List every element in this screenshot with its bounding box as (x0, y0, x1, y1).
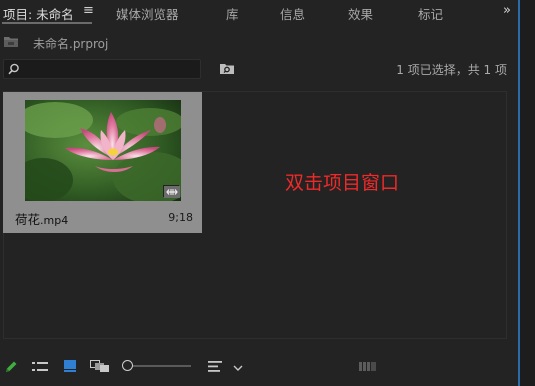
clip-thumbnail-card[interactable]: 荷花.mp4 9;18 (3, 92, 202, 233)
clip-base-name: 荷花 (15, 212, 41, 227)
list-view-icon[interactable] (32, 361, 48, 376)
icon-view-icon[interactable] (64, 360, 77, 376)
tab-media-browser[interactable]: 媒体浏览器 (116, 4, 179, 23)
new-search-bin-button[interactable] (219, 62, 235, 78)
search-icon (7, 62, 21, 79)
search-input[interactable] (3, 59, 201, 79)
instruction-annotation: 双击项目窗口 (285, 172, 400, 194)
zoom-slider-track[interactable] (129, 365, 191, 367)
clip-name: 荷花.mp4 (15, 209, 68, 228)
chevron-down-icon[interactable] (233, 361, 243, 375)
adjacent-panel-strip (520, 0, 535, 386)
tab-info[interactable]: 信息 (280, 4, 305, 23)
video-clip-badge-icon (163, 185, 180, 198)
zoom-slider-handle[interactable] (122, 360, 133, 371)
tab-markers[interactable]: 标记 (418, 4, 443, 23)
selection-status: 1 项已选择，共 1 项 (396, 63, 507, 77)
active-tab-underline (2, 22, 92, 24)
tab-effects[interactable]: 效果 (348, 4, 373, 23)
pencil-icon[interactable] (4, 360, 18, 377)
freeform-view-icon[interactable] (90, 360, 110, 376)
automate-to-sequence-icon[interactable] (359, 361, 377, 375)
clip-duration: 9;18 (168, 211, 193, 224)
sort-icon[interactable] (208, 360, 224, 376)
project-file-name: 未命名.prproj (33, 37, 109, 51)
panel-menu-icon[interactable]: ≡ (83, 3, 94, 18)
tab-overflow-icon[interactable]: » (503, 3, 511, 18)
panel-tab-bar: 项目: 未命名 ≡ 媒体浏览器 库 信息 效果 标记 » (0, 0, 535, 26)
project-path-row: 未命名.prproj (0, 32, 515, 52)
tab-project[interactable]: 项目: 未命名 (3, 4, 74, 23)
clip-extension: .mp4 (40, 214, 69, 227)
lotus-thumbnail-image (25, 100, 181, 201)
tab-libraries[interactable]: 库 (226, 4, 239, 23)
folder-icon (3, 35, 19, 51)
